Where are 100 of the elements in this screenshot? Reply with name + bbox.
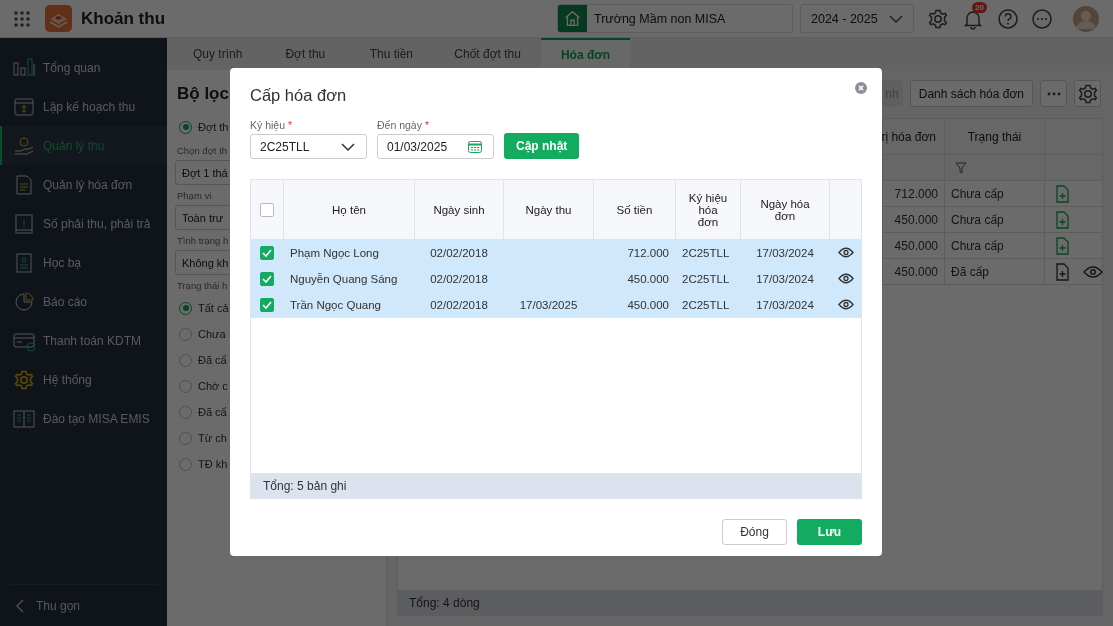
column-header: Trạng thái	[944, 119, 1044, 154]
field-label: Chọn đợt th	[177, 145, 228, 156]
checkbox[interactable]	[260, 271, 274, 286]
school-select[interactable]: Trường Mầm non MISA	[557, 4, 793, 33]
table-cell: 17/03/2024	[756, 298, 814, 311]
table-cell: Phạm Ngọc Long	[290, 246, 379, 259]
more-icon	[1046, 91, 1061, 96]
table-cell: Chưa cấp	[944, 233, 1044, 258]
radio-label: Từ ch	[198, 432, 227, 444]
menu-item-icon	[13, 290, 35, 313]
add-file-icon[interactable]	[1055, 210, 1070, 229]
table-cell: 2C25TLL	[682, 298, 730, 311]
menu-item-icon	[13, 95, 35, 118]
home-icon	[558, 5, 587, 32]
chevron-left-icon	[16, 598, 24, 613]
column-header: Ký hiệu hóa đơn	[676, 180, 741, 239]
view-icon[interactable]	[837, 299, 854, 310]
settings-icon[interactable]	[927, 7, 949, 30]
menu-item-icon	[13, 134, 35, 157]
table-cell: 712.000	[627, 246, 669, 259]
save-button[interactable]: Lưu	[797, 519, 862, 545]
table-cell: 02/02/2018	[430, 246, 488, 259]
sidebar-item[interactable]: Số phải thu, phải trả	[0, 204, 167, 243]
column-header: Ngày thu	[504, 180, 594, 239]
select-field[interactable]: 2C25TLL	[250, 134, 367, 159]
avatar[interactable]	[1073, 5, 1099, 32]
menu-item-icon	[13, 407, 35, 430]
table-cell: 2C25TLL	[682, 246, 730, 259]
menu-item-icon	[13, 212, 35, 235]
checkbox[interactable]	[260, 245, 274, 260]
update-button[interactable]: Cập nhật	[504, 133, 580, 159]
sidebar-item[interactable]: Hệ thống	[0, 360, 167, 399]
table-cell: 17/03/2024	[756, 246, 814, 259]
table-footer: Tổng: 4 dòng	[398, 590, 1102, 615]
app-logo-icon[interactable]	[45, 5, 72, 32]
tab[interactable]: Thu tiền	[348, 38, 435, 70]
table-cell: 02/02/2018	[430, 272, 488, 285]
field-label: Phạm vi	[177, 190, 212, 201]
table-cell: 450.000	[627, 298, 669, 311]
tab[interactable]: Quy trình	[173, 38, 263, 70]
table-cell: Chưa cấp	[944, 181, 1044, 206]
field-label: Ký hiệu *	[250, 119, 294, 131]
help-icon[interactable]	[997, 7, 1019, 30]
check-icon	[262, 248, 272, 257]
column-header: Họ tên	[284, 180, 415, 239]
tab[interactable]: Hóa đơn	[540, 38, 631, 70]
table-cell: 17/03/2024	[756, 272, 814, 285]
date-field[interactable]: 01/03/2025	[377, 134, 494, 159]
sidebar-item[interactable]: Thanh toán KDTM	[0, 321, 167, 360]
filter-title: Bộ lọc	[177, 84, 229, 104]
add-file-icon[interactable]	[1055, 236, 1070, 255]
sidebar-item[interactable]: Quản lý hóa đơn	[0, 165, 167, 204]
dialog-title: Cấp hóa đơn	[250, 86, 348, 106]
table-cell: Nguyễn Quang Sáng	[290, 272, 398, 285]
filter-icon[interactable]	[955, 161, 967, 174]
table-cell: Đã cấp	[944, 259, 1044, 284]
settings-button[interactable]	[1074, 80, 1101, 107]
chevron-down-icon	[889, 14, 903, 23]
close-button[interactable]: Đóng	[722, 519, 787, 545]
menu-icon[interactable]	[13, 9, 31, 28]
sidebar-item[interactable]: Lập kế hoạch thu	[0, 87, 167, 126]
column-header: Ngày hóa đơn	[741, 180, 830, 239]
column-header: Số tiền	[594, 180, 676, 239]
table-cell: 450.000	[627, 272, 669, 285]
menu-item-icon	[13, 251, 35, 274]
view-icon[interactable]	[837, 247, 854, 258]
sidebar-item[interactable]: Học bạ	[0, 243, 167, 282]
collapse-button[interactable]: Thu gọn	[10, 584, 157, 626]
add-file-icon[interactable]	[1055, 262, 1070, 281]
view-icon[interactable]	[837, 273, 854, 284]
add-file-icon[interactable]	[1055, 184, 1070, 203]
tab[interactable]: Đợt thu	[262, 38, 349, 70]
tab[interactable]: Chốt đợt thu	[434, 38, 541, 70]
toolbar-button[interactable]: Danh sách hóa đơn	[909, 80, 1033, 107]
radio-label: Chưa	[198, 328, 226, 340]
radio-label: Tất cả	[198, 302, 229, 314]
column-header: Ngày sinh	[415, 180, 504, 239]
check-icon	[262, 274, 272, 283]
checkbox[interactable]	[260, 297, 274, 312]
sidebar-item[interactable]: Báo cáo	[0, 282, 167, 321]
menu-item-icon	[13, 368, 35, 391]
table-cell: Trần Ngọc Quang	[290, 298, 381, 311]
radio-label: TĐ kh	[198, 458, 228, 470]
check-icon	[262, 300, 272, 309]
menu-item-icon	[13, 56, 35, 79]
table-cell: 2C25TLL	[682, 272, 730, 285]
more-icon[interactable]	[1031, 7, 1053, 30]
year-select[interactable]: 2024 - 2025	[800, 4, 914, 33]
settings-icon	[1076, 82, 1099, 105]
close-icon[interactable]	[855, 82, 867, 94]
more-button[interactable]	[1040, 80, 1067, 107]
radio-label: Đã cấ	[198, 406, 227, 418]
table-cell: Chưa cấp	[944, 207, 1044, 232]
calendar-icon	[468, 140, 482, 153]
sidebar-item[interactable]: Tổng quan	[0, 48, 167, 87]
menu-item-icon	[13, 173, 35, 196]
radio-label: Chờ c	[198, 380, 228, 392]
table-cell: 02/02/2018	[430, 298, 488, 311]
sidebar-item[interactable]: Đào tạo MISA EMIS	[0, 399, 167, 438]
checkbox[interactable]	[260, 202, 274, 217]
